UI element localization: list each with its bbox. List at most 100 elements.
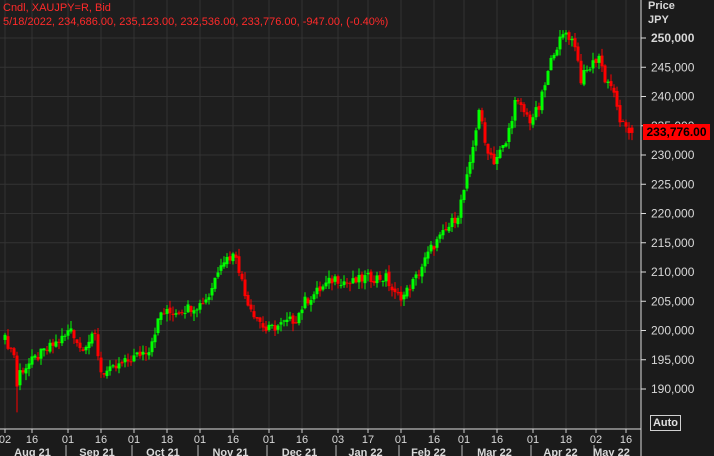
y-tick-label: 215,000 — [651, 236, 695, 250]
x-tick-label: 18 — [161, 434, 173, 446]
y-tick-label: 245,000 — [651, 60, 695, 74]
y-tick-label: 250,000 — [651, 31, 695, 45]
candle-body — [600, 55, 604, 67]
candle-body — [252, 311, 256, 318]
candle-body — [402, 294, 406, 300]
candle-body — [525, 112, 529, 115]
axis-unit: JPY — [648, 14, 669, 26]
candle-body — [417, 274, 421, 276]
month-label: Feb 22 — [411, 447, 446, 456]
candle-body — [420, 266, 424, 277]
chart-window: 190,000 195,000 200,000 205,000 210,000 215,0… — [0, 0, 714, 456]
x-tick-label: 18 — [560, 434, 572, 446]
candle-body — [357, 274, 361, 283]
candle-body — [501, 145, 505, 148]
candle-body — [243, 279, 247, 297]
candle-body — [99, 357, 103, 373]
candle-body — [369, 271, 373, 282]
candle-body — [435, 239, 439, 248]
candle-body — [513, 100, 517, 121]
x-tick-label: 01 — [128, 434, 140, 446]
candle-body — [234, 254, 238, 258]
candle-body — [423, 257, 427, 267]
month-label: May 22 — [593, 447, 630, 456]
y-tick-label: 210,000 — [651, 265, 695, 279]
candle-body — [270, 324, 274, 326]
x-tick-label: 01 — [62, 434, 74, 446]
candle-body — [75, 339, 79, 344]
candle-body — [354, 277, 358, 283]
candle-body — [378, 274, 382, 280]
candle-body — [69, 328, 73, 332]
candle-body — [324, 282, 328, 287]
candle-body — [12, 348, 16, 356]
candle-body — [363, 275, 367, 284]
candle-body — [150, 341, 154, 353]
candle-body — [159, 312, 163, 320]
candle-body — [9, 347, 13, 349]
candle-body — [567, 32, 571, 40]
candle-body — [192, 310, 196, 314]
candle-body — [294, 322, 298, 324]
x-tick-label: 01 — [263, 434, 275, 446]
candle-body — [339, 285, 343, 287]
candle-body — [333, 276, 337, 282]
candle-body — [183, 312, 187, 314]
candle-body — [174, 313, 178, 315]
candle-body — [627, 127, 631, 134]
candle-body — [189, 306, 193, 312]
x-tick-label: 16 — [491, 434, 503, 446]
candle-body — [162, 313, 166, 315]
y-tick-label: 205,000 — [651, 294, 695, 308]
candle-body — [573, 38, 577, 48]
candle-body — [78, 342, 82, 349]
x-tick-label: 17 — [362, 434, 374, 446]
candlestick-chart[interactable]: 190,000 195,000 200,000 205,000 210,000 215,0… — [0, 0, 714, 456]
candle-body — [54, 341, 58, 347]
candle-body — [471, 146, 475, 163]
candle-body — [126, 359, 130, 362]
candle-body — [120, 361, 124, 364]
candle-body — [447, 226, 451, 232]
candle-body — [585, 69, 589, 71]
axis-title: Price — [648, 0, 675, 12]
last-candle-values: 5/18/2022, 234,686.00, 235,123.00, 232,5… — [3, 16, 389, 28]
candle-body — [330, 278, 334, 284]
candle-body — [387, 271, 391, 287]
candle-body — [147, 352, 151, 356]
x-tick-label: 16 — [227, 434, 239, 446]
candle-body — [207, 297, 211, 300]
auto-scale-button[interactable]: Auto — [650, 415, 681, 431]
candle-body — [21, 370, 25, 373]
candle-body — [213, 277, 217, 289]
candle-body — [528, 114, 532, 124]
chart-title: Cndl, XAUJPY=R, Bid — [3, 2, 111, 14]
candle-body — [492, 153, 496, 165]
candle-body — [264, 326, 268, 332]
candle-body — [534, 107, 538, 118]
y-tick-label: 220,000 — [651, 207, 695, 221]
candle-body — [459, 199, 463, 218]
candle-body — [309, 300, 313, 305]
candle-body — [267, 324, 271, 330]
candle-body — [399, 291, 403, 301]
y-tick-label: 230,000 — [651, 148, 695, 162]
candle-body — [624, 122, 628, 127]
candle-body — [342, 281, 346, 286]
candle-body — [3, 334, 7, 340]
month-label: Sep 21 — [79, 447, 114, 456]
candle-body — [129, 361, 133, 363]
candle-body — [495, 156, 499, 164]
x-tick-label: 02 — [0, 434, 11, 446]
candle-body — [273, 325, 277, 331]
candle-body — [33, 355, 37, 358]
candle-body — [63, 335, 67, 337]
candle-body — [291, 315, 295, 324]
x-tick-label: 01 — [527, 434, 539, 446]
candle-body — [579, 60, 583, 84]
candle-body — [36, 356, 40, 360]
candle-body — [27, 363, 31, 369]
candle-body — [318, 286, 322, 292]
month-label: Oct 21 — [146, 447, 180, 456]
candle-body — [261, 323, 265, 328]
